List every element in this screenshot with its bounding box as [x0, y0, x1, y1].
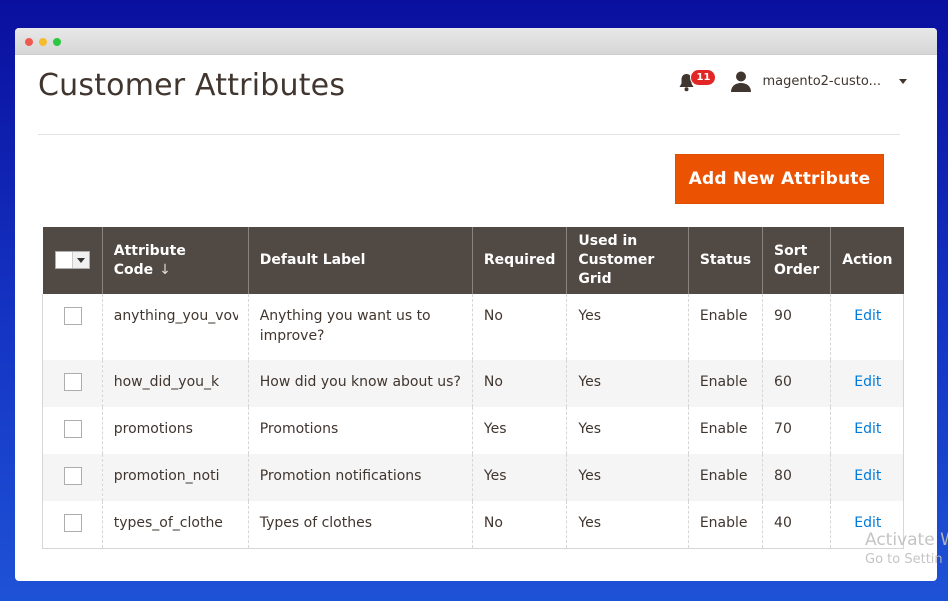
default-label: Types of clothes [247, 501, 473, 549]
chevron-down-icon[interactable] [71, 252, 89, 268]
sort-order-value: 40 [762, 501, 831, 549]
row-checkbox[interactable] [64, 420, 82, 438]
status-value: Enable [687, 360, 763, 407]
required-value: Yes [471, 454, 567, 501]
in-grid-value: Yes [566, 407, 689, 454]
status-value: Enable [687, 294, 763, 360]
attributes-grid: Attribute Code ↓ Default Label Required U… [42, 227, 904, 549]
table-row: promotions Promotions Yes Yes Enable 70 … [42, 407, 904, 454]
attribute-code: how_did_you_k [113, 374, 220, 390]
column-attribute-code[interactable]: Attribute Code ↓ [101, 227, 249, 294]
sort-order-value: 90 [762, 294, 831, 360]
grid-header-row: Attribute Code ↓ Default Label Required U… [42, 227, 904, 294]
attribute-code: promotion_noti [113, 468, 220, 484]
column-sort-order[interactable]: Sort Order [762, 227, 831, 294]
edit-link[interactable]: Edit [854, 308, 881, 324]
select-all-checkbox[interactable] [55, 252, 72, 268]
watermark-line-1: Activate W [865, 530, 948, 550]
sort-order-value: 70 [762, 407, 831, 454]
window-titlebar [15, 28, 937, 55]
in-grid-value: Yes [566, 501, 689, 549]
add-new-attribute-button[interactable]: Add New Attribute [675, 154, 884, 204]
header-divider [38, 134, 900, 135]
column-required[interactable]: Required [471, 227, 567, 294]
user-name: magento2-custo... [762, 73, 881, 89]
in-grid-value: Yes [566, 360, 689, 407]
row-checkbox[interactable] [64, 307, 82, 325]
maximize-window-button[interactable] [53, 38, 61, 46]
required-value: No [471, 501, 567, 549]
default-label: How did you know about us? [247, 360, 473, 407]
status-value: Enable [687, 407, 763, 454]
sort-order-value: 60 [762, 360, 831, 407]
row-checkbox[interactable] [64, 373, 82, 391]
column-action: Action [830, 227, 904, 294]
admin-user-bar: 11 magento2-custo... [678, 68, 907, 94]
watermark-line-2: Go to Settin [865, 552, 943, 567]
required-value: Yes [471, 407, 567, 454]
user-icon [731, 71, 752, 92]
table-row: how_did_you_k How did you know about us?… [42, 360, 904, 407]
sort-order-value: 80 [762, 454, 831, 501]
browser-window: Customer Attributes 11 magento2-custo...… [15, 28, 937, 581]
edit-link[interactable]: Edit [854, 468, 881, 484]
default-label: Anything you want us to improve? [247, 294, 473, 360]
default-label: Promotions [247, 407, 473, 454]
chevron-down-icon[interactable] [899, 78, 907, 84]
row-checkbox[interactable] [64, 467, 82, 485]
table-row: anything_you_vov Anything you want us to… [42, 294, 904, 360]
attribute-code: types_of_clothe [113, 515, 223, 531]
activate-windows-watermark: Activate W Go to Settin [865, 530, 948, 567]
in-grid-value: Yes [566, 294, 689, 360]
status-value: Enable [687, 454, 763, 501]
close-window-button[interactable] [25, 38, 33, 46]
edit-link[interactable]: Edit [854, 515, 881, 531]
column-status[interactable]: Status [687, 227, 763, 294]
mass-select-dropdown[interactable] [54, 251, 90, 269]
row-checkbox[interactable] [64, 514, 82, 532]
required-value: No [471, 360, 567, 407]
attribute-code: promotions [113, 421, 193, 437]
edit-link[interactable]: Edit [854, 374, 881, 390]
notifications-count-badge: 11 [690, 69, 717, 86]
status-value: Enable [687, 501, 763, 549]
in-grid-value: Yes [566, 454, 689, 501]
notifications-button[interactable]: 11 [678, 69, 717, 93]
minimize-window-button[interactable] [39, 38, 47, 46]
sort-descending-icon: ↓ [159, 261, 171, 278]
column-used-in-customer-grid[interactable]: Used in Customer Grid [566, 227, 689, 294]
edit-link[interactable]: Edit [854, 421, 881, 437]
page-title: Customer Attributes [38, 68, 346, 103]
attribute-code: anything_you_vov [113, 308, 238, 324]
user-account-menu[interactable]: magento2-custo... [730, 70, 907, 92]
required-value: No [471, 294, 567, 360]
table-row: promotion_noti Promotion notifications Y… [42, 454, 904, 501]
column-default-label[interactable]: Default Label [247, 227, 473, 294]
default-label: Promotion notifications [247, 454, 473, 501]
table-row: types_of_clothe Types of clothes No Yes … [42, 501, 904, 549]
mass-select-header [42, 227, 103, 294]
